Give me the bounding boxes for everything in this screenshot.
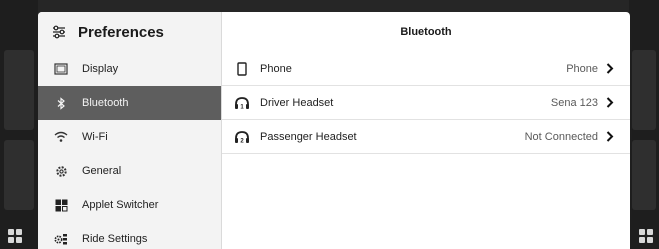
headset-2-icon: 2 [234,129,250,145]
display-icon [54,62,68,76]
bluetooth-row-passenger-headset[interactable]: 2 Passenger Headset Not Connected [222,120,630,154]
gear-icon [54,164,68,178]
headset-1-icon: 1 [234,95,250,111]
bluetooth-panel: Bluetooth Phone Phone 1 Driver Headset S… [222,12,630,249]
sidebar-item-label: Ride Settings [82,233,148,245]
right-background-panel [629,0,659,249]
svg-text:2: 2 [240,138,244,144]
sliders-icon [52,25,66,39]
svg-text:1: 1 [240,104,244,110]
panel-title: Bluetooth [400,26,452,38]
sidebar-item-applet-switcher[interactable]: Applet Switcher [38,188,221,222]
background-tile [4,50,34,130]
row-label: Passenger Headset [260,130,357,143]
row-label: Phone [260,62,292,75]
preferences-sidebar: Preferences Display Bluetooth Wi-Fi Gene… [38,12,222,249]
chevron-right-icon [606,131,616,143]
sidebar-item-general[interactable]: General [38,154,221,188]
sidebar-item-wifi[interactable]: Wi-Fi [38,120,221,154]
sidebar-item-label: Wi-Fi [82,131,108,143]
phone-icon [234,61,250,77]
sidebar-item-label: General [82,165,122,177]
row-value: Phone [566,62,598,75]
sidebar-item-display[interactable]: Display [38,52,221,86]
apps-grid-icon[interactable] [8,229,22,243]
wifi-icon [54,130,68,144]
row-label: Driver Headset [260,96,334,109]
bluetooth-row-phone[interactable]: Phone Phone [222,52,630,86]
apps-grid-icon[interactable] [639,229,653,243]
chevron-right-icon [606,97,616,109]
ride-settings-icon [54,232,68,246]
sidebar-header: Preferences [38,12,221,52]
applet-switcher-icon [54,198,68,212]
sidebar-item-label: Bluetooth [82,97,129,109]
bluetooth-icon [54,96,68,110]
left-background-panel [0,0,38,249]
background-tile [632,50,656,130]
sidebar-item-label: Applet Switcher [82,199,159,211]
preferences-dialog: Preferences Display Bluetooth Wi-Fi Gene… [38,12,630,249]
bluetooth-row-driver-headset[interactable]: 1 Driver Headset Sena 123 [222,86,630,120]
sidebar-item-label: Display [82,63,119,75]
top-background [0,0,659,12]
background-tile [632,140,656,210]
sidebar-item-bluetooth[interactable]: Bluetooth [38,86,221,120]
row-value: Not Connected [524,130,598,143]
row-value: Sena 123 [550,96,598,109]
sidebar-title: Preferences [78,23,164,41]
background-tile [4,140,34,210]
chevron-right-icon [606,63,616,75]
sidebar-item-ride-settings[interactable]: Ride Settings [38,222,221,249]
